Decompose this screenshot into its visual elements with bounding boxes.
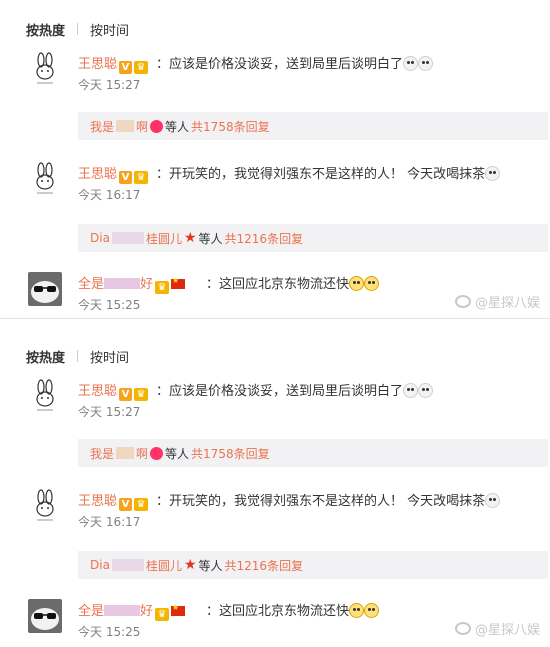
- emoji-icon: [418, 383, 434, 398]
- avatar[interactable]: [28, 599, 62, 633]
- reply-summary[interactable]: 我是 啊 等人 共1758条回复: [78, 112, 548, 140]
- avatar[interactable]: [28, 379, 62, 413]
- avatar[interactable]: [28, 272, 62, 306]
- reply-mid-text: 等人: [165, 119, 190, 134]
- crown-icon: ♛: [155, 281, 170, 294]
- sort-bar: 按热度 按时间: [26, 345, 129, 367]
- comment-text: ：这回应北京东物流还快: [206, 600, 380, 619]
- rabbit-avatar-icon: [28, 162, 62, 196]
- emoji-icon: [349, 603, 365, 618]
- reply-summary[interactable]: 我是 啊 等人 共1758条回复: [78, 439, 548, 467]
- watermark: @星探八娱: [454, 619, 540, 638]
- crown-icon: ♛: [134, 388, 149, 401]
- emoji-icon: [403, 383, 419, 398]
- watermark-text: @星探八娱: [474, 623, 540, 638]
- verified-v-icon: V: [119, 61, 133, 74]
- reply-mid-text: 等人: [165, 446, 190, 461]
- crown-icon: ♛: [134, 171, 149, 184]
- username[interactable]: 全是好 ♛: [78, 600, 187, 621]
- divider: [0, 318, 550, 327]
- blurred-name: [116, 120, 135, 132]
- blurred-name: [116, 447, 135, 459]
- blurred-name: [111, 559, 144, 571]
- comment-panel: 按热度 按时间 王思聪 V ♛ ：应该是价格没谈妥，送到局里后谈明白了 今天 15:…: [0, 0, 550, 318]
- timestamp: 今天 15:27: [78, 78, 141, 92]
- username[interactable]: 全是好 ♛: [78, 273, 187, 294]
- china-flag-icon: [171, 603, 186, 616]
- reply-user-name: 桂圆儿: [145, 558, 182, 573]
- sort-bar: 按热度 按时间: [26, 18, 129, 40]
- blurred-name: [111, 232, 144, 244]
- crown-icon: ♛: [134, 498, 149, 511]
- reply-total-link[interactable]: 共1216条回复: [225, 557, 304, 574]
- comment-panel-duplicate: 按热度 按时间 王思聪 V ♛ ：应该是价格没谈妥，送到局里后谈明白了 今天 15:…: [0, 327, 550, 645]
- blurred-name: [104, 605, 141, 616]
- star-icon: ★: [183, 230, 197, 246]
- rabbit-avatar-icon: [28, 52, 62, 86]
- username[interactable]: 王思聪 V ♛: [78, 53, 149, 74]
- reply-summary[interactable]: Dia 桂圆儿 ★ 等人 共1216条回复: [78, 551, 548, 579]
- avatar[interactable]: [28, 162, 62, 196]
- sort-by-hot-tab[interactable]: 按热度: [26, 20, 65, 39]
- sort-by-time-tab[interactable]: 按时间: [90, 20, 129, 39]
- avatar[interactable]: [28, 489, 62, 523]
- emoji-icon: [403, 56, 419, 71]
- rabbit-avatar-icon: [28, 379, 62, 413]
- sunglasses-avatar-icon: [28, 272, 62, 306]
- blurred-name: [104, 278, 141, 289]
- reply-user-name: 桂圆儿: [145, 231, 182, 246]
- timestamp: 今天 16:17: [78, 515, 141, 529]
- sort-by-time-tab[interactable]: 按时间: [90, 347, 129, 366]
- username[interactable]: 王思聪 V ♛: [78, 380, 149, 401]
- comment-text: ：这回应北京东物流还快: [206, 273, 380, 292]
- emoji-icon: [364, 276, 380, 291]
- reply-total-link[interactable]: 共1216条回复: [225, 230, 304, 247]
- verified-v-icon: V: [119, 498, 133, 511]
- star-icon: ★: [183, 557, 197, 573]
- sort-separator: [77, 23, 79, 35]
- emoji-icon: [418, 56, 434, 71]
- weibo-icon: [454, 622, 471, 635]
- username[interactable]: 王思聪 V ♛: [78, 163, 149, 184]
- comment-text: ：应该是价格没谈妥，送到局里后谈明白了: [156, 380, 434, 399]
- emoji-icon: [349, 276, 365, 291]
- verified-v-icon: V: [119, 171, 133, 184]
- emoji-icon: [485, 493, 501, 508]
- username[interactable]: 王思聪 V ♛: [78, 490, 149, 511]
- watermark-text: @星探八娱: [474, 296, 540, 311]
- timestamp: 今天 15:25: [78, 298, 141, 312]
- sort-separator: [77, 350, 79, 362]
- flower-icon: [150, 446, 164, 460]
- sort-by-hot-tab[interactable]: 按热度: [26, 347, 65, 366]
- reply-total-link[interactable]: 共1758条回复: [191, 445, 270, 462]
- reply-user-name: 我是: [90, 119, 115, 134]
- comment-text: ：应该是价格没谈妥，送到局里后谈明白了: [156, 53, 434, 72]
- crown-icon: ♛: [134, 61, 149, 74]
- reply-summary[interactable]: Dia 桂圆儿 ★ 等人 共1216条回复: [78, 224, 548, 252]
- watermark: @星探八娱: [454, 292, 540, 311]
- reply-user-name: Dia: [90, 558, 110, 572]
- emoji-icon: [364, 603, 380, 618]
- weibo-icon: [454, 295, 471, 308]
- reply-user-name: 我是: [90, 446, 115, 461]
- avatar[interactable]: [28, 52, 62, 86]
- reply-mid-text: 等人: [198, 558, 223, 573]
- timestamp: 今天 15:27: [78, 405, 141, 419]
- rabbit-avatar-icon: [28, 489, 62, 523]
- sunglasses-avatar-icon: [28, 599, 62, 633]
- reply-user-name: Dia: [90, 231, 110, 245]
- timestamp: 今天 16:17: [78, 188, 141, 202]
- emoji-icon: [485, 166, 501, 181]
- comment-text: ：开玩笑的，我觉得刘强东不是这样的人！ 今天改喝抹茶: [156, 490, 501, 509]
- flower-icon: [150, 119, 164, 133]
- verified-v-icon: V: [119, 388, 133, 401]
- crown-icon: ♛: [155, 608, 170, 621]
- china-flag-icon: [171, 276, 186, 289]
- reply-user-name: 啊: [136, 446, 149, 461]
- reply-total-link[interactable]: 共1758条回复: [191, 118, 270, 135]
- comment-text: ：开玩笑的，我觉得刘强东不是这样的人！ 今天改喝抹茶: [156, 163, 501, 182]
- reply-mid-text: 等人: [198, 231, 223, 246]
- reply-user-name: 啊: [136, 119, 149, 134]
- timestamp: 今天 15:25: [78, 625, 141, 639]
